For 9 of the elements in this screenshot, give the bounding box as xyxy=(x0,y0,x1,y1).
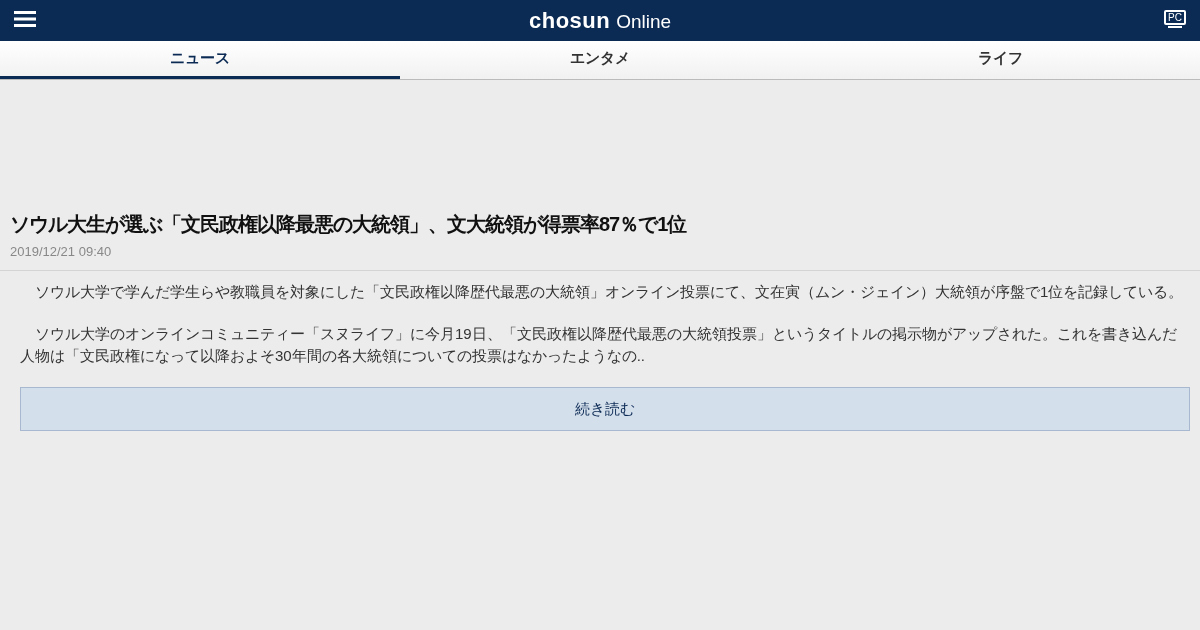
nav-tab[interactable]: エンタメ xyxy=(400,41,800,79)
nav-tab[interactable]: ライフ xyxy=(800,41,1200,79)
article-paragraph: ソウル大学で学んだ学生らや教職員を対象にした「文民政権以降歴代最悪の大統領」オンライン投票にて、文在寅（ムン・ジェイン）大統領が序盤で1位を記録している。 xyxy=(34,282,1185,302)
read-more-button[interactable]: 続き読む xyxy=(20,387,1190,431)
article-paragraph: ソウル大学のオンラインコミュニティー「スヌライフ」に今月19日、「文民政権以降歴代最悪の大統領投票」というタイトルの掲示物がアップされた。これを書き込んだ人物は「文民政権になって以降およそ30年間の各大統領についての投票はなかったようなの.. xyxy=(20,324,1178,366)
article-date: 2019/12/21 09:40 xyxy=(0,244,1200,271)
nav-tab[interactable]: ニュース xyxy=(0,41,400,79)
article-title: ソウル大生が選ぶ「文民政権以降最悪の大統領」、文大統領が得票率87％で1位 xyxy=(9,212,688,237)
site-logo[interactable]: chosun Online xyxy=(528,7,672,34)
